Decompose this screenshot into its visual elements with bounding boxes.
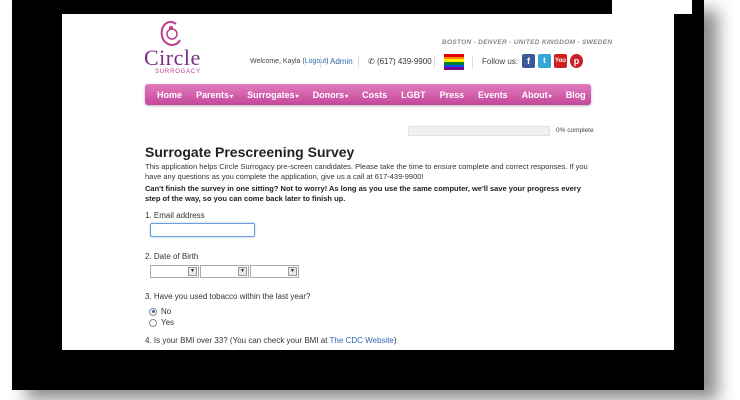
main-navigation: Home Parents▾ Surrogates▾ Donors▾ Costs … bbox=[145, 84, 591, 105]
page-title: Surrogate Prescreening Survey bbox=[145, 144, 355, 160]
logo-subtitle: SURROGACY bbox=[155, 69, 201, 75]
dropdown-caret-icon: ▾ bbox=[345, 93, 349, 100]
nav-lgbt[interactable]: LGBT bbox=[394, 90, 433, 100]
header-divider bbox=[358, 56, 359, 68]
follow-us-label: Follow us: bbox=[482, 57, 519, 66]
circle-surrogacy-logo[interactable]: Circle SURROGACY bbox=[144, 20, 204, 76]
dropdown-arrow-icon: ▼ bbox=[238, 267, 247, 276]
dob-day-select[interactable]: ▼ bbox=[200, 265, 249, 278]
header-divider bbox=[472, 56, 473, 68]
header-divider bbox=[434, 56, 435, 68]
question-dob-label: 2. Date of Birth bbox=[145, 252, 199, 261]
progress-label: 0% complete bbox=[556, 127, 594, 134]
logout-link[interactable]: Logout bbox=[305, 58, 326, 65]
dropdown-arrow-icon: ▼ bbox=[288, 267, 297, 276]
question-bmi-label: 4. Is your BMI over 33? (You can check y… bbox=[145, 336, 397, 345]
cdc-website-link[interactable]: The CDC Website bbox=[330, 336, 394, 345]
twitter-icon[interactable]: t bbox=[538, 54, 551, 68]
dob-year-select[interactable]: ▼ bbox=[250, 265, 299, 278]
email-field[interactable] bbox=[150, 223, 255, 237]
nav-home[interactable]: Home bbox=[145, 90, 189, 100]
office-locations: BOSTON - DENVER - UNITED KINGDOM - SWEDE… bbox=[442, 39, 613, 46]
question-email-label: 1. Email address bbox=[145, 211, 205, 220]
facebook-icon[interactable]: f bbox=[522, 54, 535, 68]
dropdown-arrow-icon: ▼ bbox=[188, 267, 197, 276]
phone-icon: ✆ bbox=[368, 57, 377, 66]
phone-number: ✆ (617) 439-9900 bbox=[368, 57, 432, 66]
web-page: Circle SURROGACY BOSTON - DENVER - UNITE… bbox=[62, 14, 674, 350]
survey-progress-bar bbox=[408, 126, 550, 136]
tobacco-option-yes[interactable]: Yes bbox=[149, 318, 174, 327]
question-tobacco-label: 3. Have you used tobacco within the last… bbox=[145, 292, 311, 301]
dropdown-caret-icon: ▾ bbox=[295, 93, 299, 100]
dropdown-caret-icon: ▾ bbox=[548, 93, 552, 100]
nav-parents[interactable]: Parents▾ bbox=[189, 90, 240, 100]
radio-button[interactable] bbox=[149, 307, 157, 316]
youtube-icon[interactable]: You bbox=[554, 54, 567, 68]
nav-costs[interactable]: Costs bbox=[355, 90, 394, 100]
frame-notch bbox=[612, 0, 692, 14]
nav-events[interactable]: Events bbox=[471, 90, 515, 100]
admin-link[interactable]: Admin bbox=[330, 57, 353, 66]
welcome-message: Welcome, Kayla (Logout) bbox=[250, 58, 329, 65]
dropdown-caret-icon: ▾ bbox=[230, 93, 234, 100]
radio-button[interactable] bbox=[149, 318, 157, 327]
logo-wordmark: Circle bbox=[144, 45, 201, 70]
rainbow-flag-icon bbox=[444, 54, 464, 70]
nav-about[interactable]: About▾ bbox=[515, 90, 559, 100]
nav-blog[interactable]: Blog bbox=[559, 90, 593, 100]
screenshot-frame: Circle SURROGACY BOSTON - DENVER - UNITE… bbox=[12, 0, 704, 390]
survey-intro: This application helps Circle Surrogacy … bbox=[145, 162, 588, 181]
save-progress-note: Can't finish the survey in one sitting? … bbox=[145, 184, 581, 203]
tobacco-option-no[interactable]: No bbox=[149, 307, 171, 316]
dob-month-select[interactable]: ▼ bbox=[150, 265, 199, 278]
nav-press[interactable]: Press bbox=[433, 90, 472, 100]
nav-surrogates[interactable]: Surrogates▾ bbox=[240, 90, 306, 100]
pinterest-icon[interactable]: p bbox=[570, 54, 583, 68]
header-divider bbox=[320, 56, 321, 68]
nav-donors[interactable]: Donors▾ bbox=[306, 90, 356, 100]
